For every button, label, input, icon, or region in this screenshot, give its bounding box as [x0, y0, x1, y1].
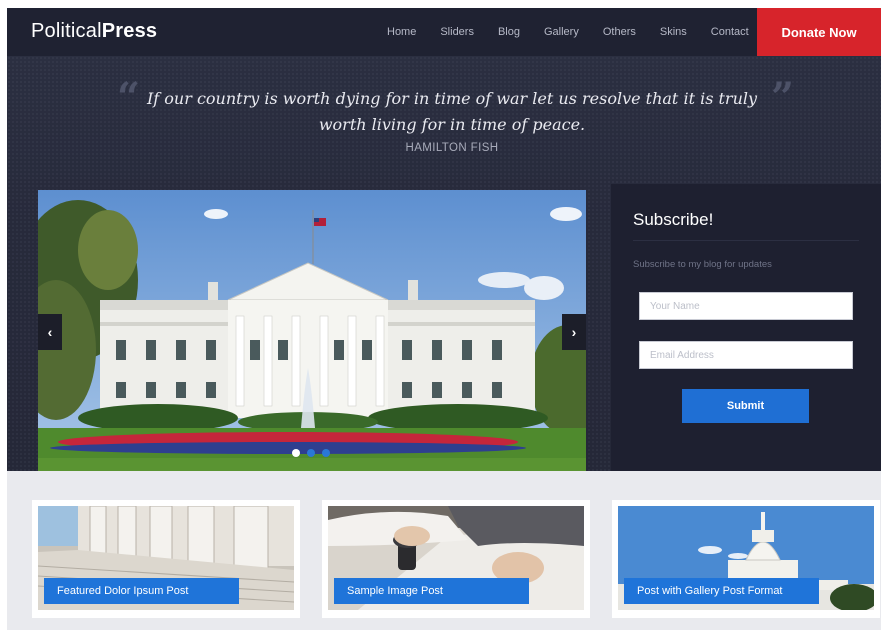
slider-dot[interactable] — [292, 449, 300, 457]
subscribe-divider — [633, 240, 859, 241]
main-nav: Home Sliders Blog Gallery Others Skins C… — [387, 8, 773, 56]
post-card[interactable]: Featured Dolor Ipsum Post — [32, 500, 300, 618]
post-thumbnail[interactable]: Post with Gallery Post Format — [618, 506, 874, 610]
email-input[interactable] — [639, 341, 853, 369]
slider-next-button[interactable]: › — [562, 314, 586, 350]
white-house-image — [38, 190, 586, 471]
nav-contact[interactable]: Contact — [711, 26, 749, 38]
nav-sliders[interactable]: Sliders — [440, 26, 474, 38]
slider-dot[interactable] — [307, 449, 315, 457]
featured-posts-section: Featured Dolor Ipsum Post Sample Image P… — [7, 471, 881, 630]
name-input[interactable] — [639, 292, 853, 320]
quote-author: HAMILTON FISH — [405, 142, 499, 154]
nav-others[interactable]: Others — [603, 26, 636, 38]
logo-light-text: Political — [31, 20, 102, 42]
nav-skins[interactable]: Skins — [660, 26, 687, 38]
donate-button[interactable]: Donate Now — [757, 8, 881, 56]
close-quote-icon: ” — [771, 74, 795, 121]
submit-button[interactable]: Submit — [682, 389, 809, 423]
post-title[interactable]: Featured Dolor Ipsum Post — [44, 578, 239, 604]
chevron-left-icon: ‹ — [47, 324, 53, 340]
image-slider[interactable]: ‹ › — [38, 190, 586, 471]
site-header: PoliticalPress Home Sliders Blog Gallery… — [7, 8, 881, 56]
nav-gallery[interactable]: Gallery — [544, 26, 579, 38]
site-logo[interactable]: PoliticalPress — [31, 20, 157, 43]
chevron-right-icon: › — [571, 324, 577, 340]
post-thumbnail[interactable]: Sample Image Post — [328, 506, 584, 610]
page: PoliticalPress Home Sliders Blog Gallery… — [0, 0, 885, 630]
slider-pagination — [292, 449, 330, 457]
subscribe-title: Subscribe! — [633, 210, 714, 229]
subscribe-description: Subscribe to my blog for updates — [633, 259, 772, 270]
post-title[interactable]: Sample Image Post — [334, 578, 529, 604]
nav-blog[interactable]: Blog — [498, 26, 520, 38]
post-card[interactable]: Sample Image Post — [322, 500, 590, 618]
subscribe-widget: Subscribe! Subscribe to my blog for upda… — [611, 184, 881, 471]
nav-home[interactable]: Home — [387, 26, 416, 38]
slider-prev-button[interactable]: ‹ — [38, 314, 62, 350]
hero-quote: If our country is worth dying for in tim… — [146, 89, 758, 134]
post-card[interactable]: Post with Gallery Post Format — [612, 500, 880, 618]
post-title[interactable]: Post with Gallery Post Format — [624, 578, 819, 604]
slider-dot[interactable] — [322, 449, 330, 457]
hero-section: “ If our country is worth dying for in t… — [7, 56, 881, 471]
post-thumbnail[interactable]: Featured Dolor Ipsum Post — [38, 506, 294, 610]
logo-bold-text: Press — [101, 20, 158, 42]
